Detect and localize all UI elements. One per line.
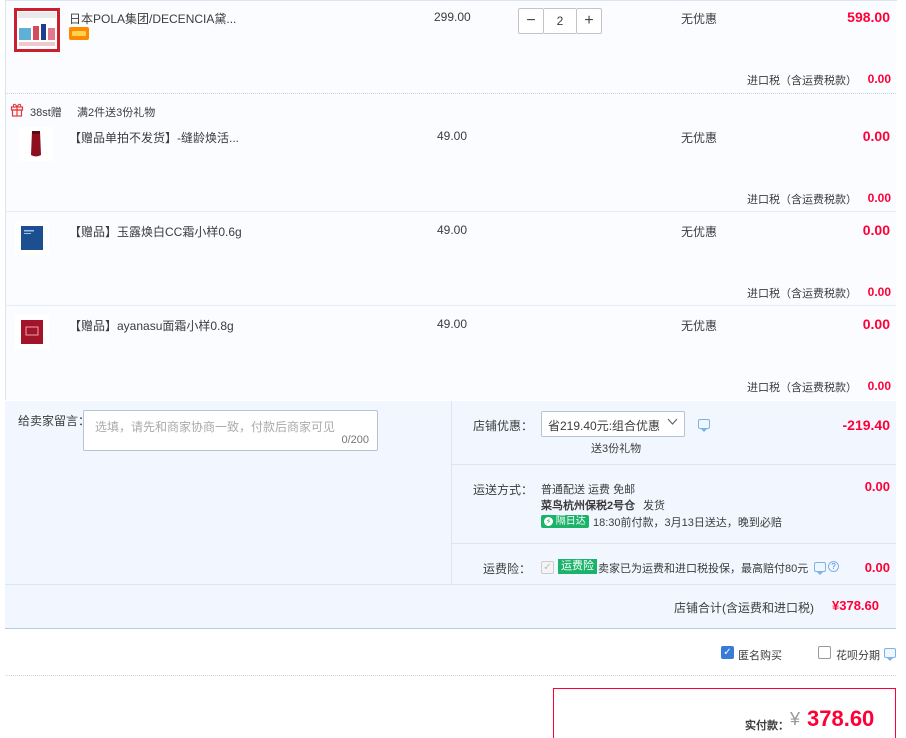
blue-sachet-thumbnail — [15, 221, 49, 255]
column-divider — [451, 401, 452, 584]
increase-quantity-button[interactable]: + — [576, 8, 602, 34]
message-char-counter: 0/200 — [341, 434, 369, 446]
shipping-label: 运送方式： — [473, 483, 534, 497]
card-icon — [69, 27, 89, 40]
item-amount: 598.00 — [847, 9, 890, 25]
anonymous-purchase-label[interactable]: 匿名购买 — [738, 647, 782, 663]
shop-total-label: 店铺合计(含运费和进口税) — [674, 601, 814, 615]
gift-price: 49.00 — [437, 129, 468, 143]
shop-discount-select[interactable]: 省219.40元:组合优惠 — [541, 411, 685, 437]
quantity-stepper: − 2 + — [518, 8, 602, 34]
delivery-eta: 18:30前付款，3月13日送达，晚到必赔 — [593, 517, 782, 529]
shipping-method: 普通配送 运费 免邮 — [541, 484, 636, 496]
pola-product-box-thumbnail — [14, 8, 60, 52]
message-label: 给卖家留言： — [18, 414, 91, 428]
red-sachet-thumbnail — [15, 315, 49, 349]
import-tax-value: 0.00 — [867, 191, 891, 205]
next-day-badge-label: 隔日达 — [555, 516, 586, 527]
chevron-down-icon — [667, 417, 678, 429]
shipping-warehouse: 菜鸟杭州保税2号仓 — [541, 500, 636, 512]
huabei-installment-checkbox[interactable] — [818, 646, 831, 659]
gift-name[interactable]: 【赠品单拍不发货】-缝龄焕活... — [69, 129, 239, 146]
gift-thumbnail[interactable] — [15, 315, 49, 349]
product-thumbnail[interactable] — [14, 8, 60, 52]
insurance-badge: 运费险 — [558, 559, 597, 574]
product-name-link[interactable]: 日本POLA集团/DECENCIA黛... — [69, 10, 236, 27]
chat-bubble-icon[interactable] — [698, 419, 710, 432]
divider — [5, 211, 896, 212]
promo-text: 无优惠 — [681, 319, 718, 333]
shipping-dispatch: 发货 — [643, 500, 665, 512]
payment-total-box: 实付款： ¥ 378.60 — [553, 688, 896, 738]
divider — [5, 675, 896, 676]
shop-total-value: ¥378.60 — [832, 598, 879, 613]
huabei-installment-label[interactable]: 花呗分期 — [836, 647, 880, 663]
payment-currency: ¥ — [790, 709, 801, 729]
insurance-checkbox: ✓ — [541, 561, 554, 574]
chat-bubble-icon[interactable] — [884, 648, 896, 661]
gift-name[interactable]: 【赠品】玉露焕白CC霜小样0.6g — [69, 223, 242, 240]
red-tube-thumbnail — [19, 127, 53, 161]
import-tax-label: 进口税（含运费税款） — [747, 75, 857, 87]
import-tax-label: 进口税（含运费税款） — [747, 288, 857, 300]
lightning-icon: ⚡ — [544, 517, 553, 526]
gift-note: 送3份礼物 — [591, 443, 642, 455]
gift-amount: 0.00 — [862, 222, 890, 238]
divider — [5, 305, 896, 306]
insurance-text: 卖家已为运费和进口税投保，最高赔付80元 — [598, 563, 809, 575]
import-tax-value: 0.00 — [867, 379, 891, 393]
gift-icon — [10, 102, 24, 120]
promo-text: 无优惠 — [681, 225, 718, 239]
promo-text: 无优惠 — [681, 131, 718, 145]
gift-amount: 0.00 — [862, 316, 890, 332]
unit-price: 299.00 — [434, 10, 471, 24]
import-tax-value: 0.00 — [867, 72, 891, 86]
shop-discount-label: 店铺优惠： — [473, 419, 534, 433]
gift-promo-text: 满2件送3份礼物 — [77, 107, 156, 119]
import-tax-value: 0.00 — [867, 285, 891, 299]
import-tax-label: 进口税（含运费税款） — [747, 194, 857, 206]
gift-amount: 0.00 — [862, 128, 890, 144]
shop-discount-selected: 省219.40元:组合优惠 — [548, 419, 661, 433]
insurance-amount: 0.00 — [864, 560, 890, 575]
shipping-amount: 0.00 — [864, 479, 890, 494]
divider — [452, 543, 896, 544]
gift-thumbnail[interactable] — [19, 127, 53, 161]
message-placeholder: 选填，请先和商家协商一致，付款后商家可见 — [95, 420, 336, 434]
promo-text: 无优惠 — [681, 12, 718, 26]
import-tax-label: 进口税（含运费税款） — [747, 382, 857, 394]
gift-thumbnail[interactable] — [15, 221, 49, 255]
decrease-quantity-button[interactable]: − — [518, 8, 544, 34]
next-day-badge: ⚡ 隔日达 — [541, 515, 589, 528]
insurance-label: 运费险： — [483, 562, 532, 576]
anonymous-purchase-checkbox[interactable]: ✓ — [721, 646, 734, 659]
gift-name[interactable]: 【赠品】ayanasu面霜小样0.8g — [69, 317, 234, 334]
gift-promo-tag: 38st赠 — [30, 107, 62, 119]
quantity-input[interactable]: 2 — [544, 8, 576, 34]
payment-label: 实付款： — [745, 720, 789, 732]
divider — [5, 93, 896, 94]
divider — [452, 464, 896, 465]
gift-price: 49.00 — [437, 317, 468, 331]
message-to-seller-input[interactable]: 选填，请先和商家协商一致，付款后商家可见 0/200 — [83, 410, 378, 451]
gift-price: 49.00 — [437, 223, 468, 237]
payment-value: 378.60 — [807, 706, 875, 731]
shop-discount-amount: -219.40 — [842, 417, 890, 433]
divider — [5, 584, 896, 585]
